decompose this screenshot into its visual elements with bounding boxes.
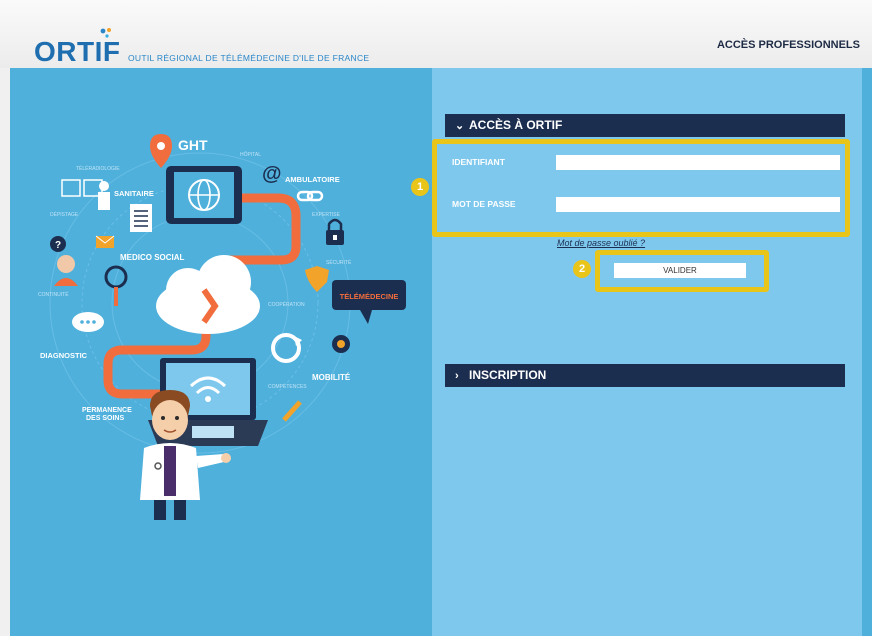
section-bar-access[interactable]: ⌄ ACCÈS À ORTIF xyxy=(445,114,845,137)
label-medico-social: MEDICO SOCIAL xyxy=(120,253,185,262)
svg-text:SÉCURITÉ: SÉCURITÉ xyxy=(326,259,352,266)
patient-question-icon: ? xyxy=(50,236,78,286)
label-diagnostic: DIAGNOSTIC xyxy=(40,351,88,360)
cloud-icon xyxy=(156,255,260,334)
step-2-badge: 2 xyxy=(573,260,591,278)
password-label: MOT DE PASSE xyxy=(452,199,516,209)
section-bar-inscription[interactable]: › INSCRIPTION xyxy=(445,364,845,387)
magnifier-icon xyxy=(104,265,128,306)
svg-text:COOPÉRATION: COOPÉRATION xyxy=(268,301,305,308)
logo-dots-icon xyxy=(100,28,111,38)
logo-tagline: OUTIL RÉGIONAL DE TÉLÉMÉDECINE D'ILE DE … xyxy=(128,53,370,63)
label-mobilite: MOBILITÉ xyxy=(312,373,351,382)
label-telemedecine: TÉLÉMÉDECINE xyxy=(340,292,399,301)
svg-text:COMPÉTENCES: COMPÉTENCES xyxy=(268,383,307,390)
at-sign-icon: @ xyxy=(262,163,282,185)
password-input[interactable] xyxy=(556,197,840,212)
document-icon xyxy=(130,204,152,232)
right-margin xyxy=(862,68,872,636)
section-title-inscription: INSCRIPTION xyxy=(469,368,547,382)
validate-button[interactable]: VALIDER xyxy=(614,263,746,278)
padlock-icon xyxy=(326,218,344,245)
svg-text:HÔPITAL: HÔPITAL xyxy=(240,151,261,158)
sync-icon xyxy=(271,333,302,363)
chat-bubble-icon xyxy=(72,312,104,332)
svg-text:EXPERTISE: EXPERTISE xyxy=(312,212,341,218)
left-margin xyxy=(0,68,10,636)
svg-text:CONTINUITÉ: CONTINUITÉ xyxy=(38,291,69,298)
chevron-right-icon: › xyxy=(455,370,459,382)
illustration-panel: GHT @ AMBULATOIRE SANITAIRE MEDICO SOCIA… xyxy=(10,68,432,636)
svg-text:DÉPISTAGE: DÉPISTAGE xyxy=(50,211,79,218)
gear-icon xyxy=(332,335,350,353)
step-1-badge: 1 xyxy=(411,178,429,196)
identifiant-label: IDENTIFIANT xyxy=(452,157,505,167)
chevron-down-icon: ⌄ xyxy=(455,120,465,132)
credentials-highlight xyxy=(432,139,850,237)
location-pin-icon xyxy=(150,134,172,168)
section-title-access: ACCÈS À ORTIF xyxy=(469,118,563,132)
label-permanence: PERMANENCE xyxy=(82,407,132,414)
envelope-icon xyxy=(95,235,115,248)
shield-icon xyxy=(305,266,329,292)
label-ght: GHT xyxy=(178,137,208,153)
label-des-soins: DES SOINS xyxy=(86,415,124,422)
telemedicine-illustration: GHT @ AMBULATOIRE SANITAIRE MEDICO SOCIA… xyxy=(38,134,406,520)
tablet-globe-icon xyxy=(166,166,242,224)
svg-text:?: ? xyxy=(55,240,61,251)
link-icon xyxy=(296,190,324,202)
forgot-password-link[interactable]: Mot de passe oublié ? xyxy=(557,238,645,248)
telemedicine-badge: TÉLÉMÉDECINE xyxy=(332,280,406,324)
identifiant-input[interactable] xyxy=(556,155,840,170)
svg-text:TÉLÉRADIOLOGIE: TÉLÉRADIOLOGIE xyxy=(76,165,120,172)
label-ambulatoire: AMBULATOIRE xyxy=(285,175,340,184)
professional-access-link[interactable]: ACCÈS PROFESSIONNELS xyxy=(717,39,860,51)
top-header: ORTIF OUTIL RÉGIONAL DE TÉLÉMÉDECINE D'I… xyxy=(0,0,872,68)
label-sanitaire: SANITAIRE xyxy=(114,189,154,198)
